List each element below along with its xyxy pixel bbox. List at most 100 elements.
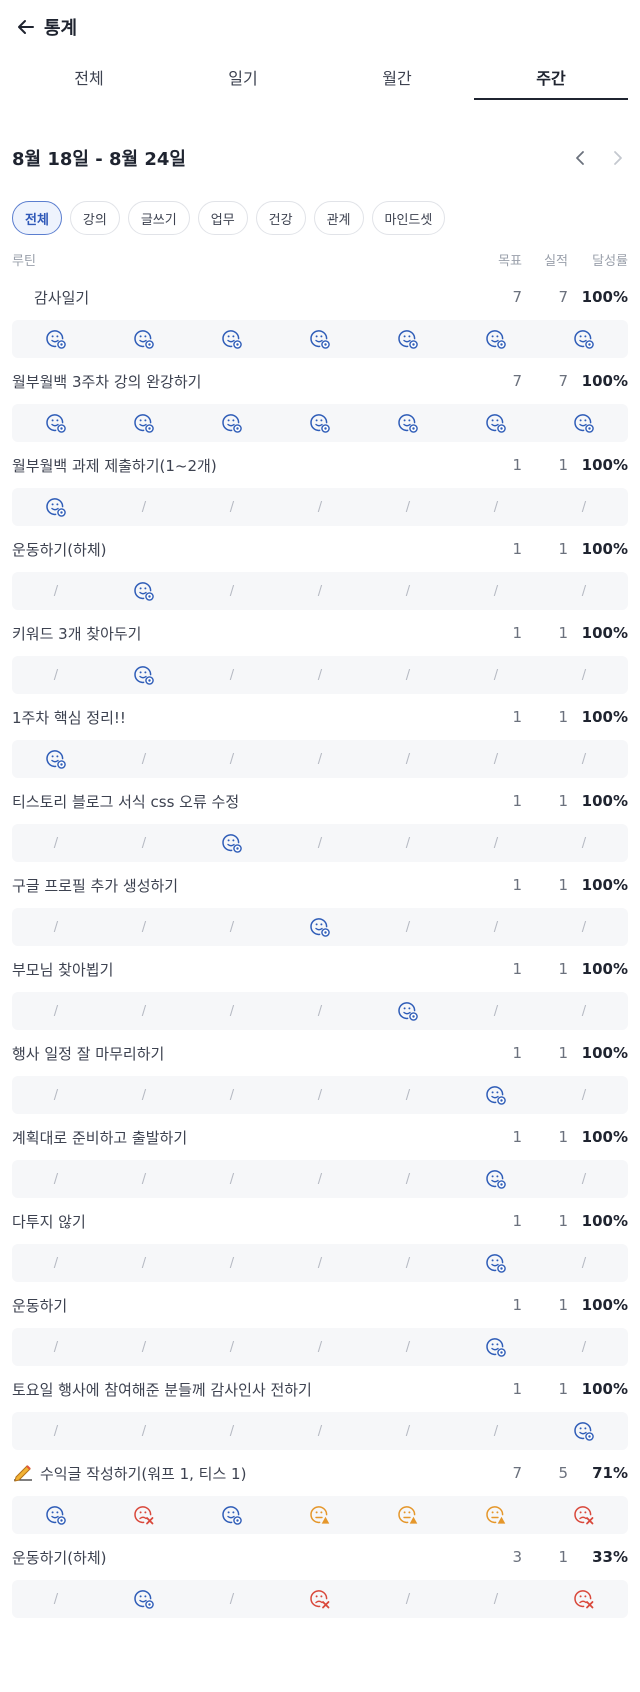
day-cell[interactable] (452, 1076, 540, 1114)
day-cell[interactable]: / (188, 1328, 276, 1366)
previous-week-chevron-icon[interactable] (570, 148, 590, 168)
day-cell[interactable]: / (540, 1076, 628, 1114)
day-cell[interactable]: / (276, 992, 364, 1030)
filter-chip-3[interactable]: 업무 (197, 201, 248, 235)
day-cell[interactable]: / (452, 1580, 540, 1618)
day-cell[interactable]: / (100, 1328, 188, 1366)
day-cell[interactable] (276, 908, 364, 946)
day-cell[interactable]: / (100, 1076, 188, 1114)
day-cell[interactable]: / (452, 572, 540, 610)
tab-2[interactable]: 월간 (320, 54, 474, 100)
day-cell[interactable]: / (452, 656, 540, 694)
day-cell[interactable]: / (364, 1412, 452, 1450)
day-cell[interactable]: / (364, 740, 452, 778)
day-cell[interactable]: / (540, 908, 628, 946)
day-cell[interactable]: / (188, 908, 276, 946)
day-cell[interactable] (12, 740, 100, 778)
day-cell[interactable]: / (188, 1076, 276, 1114)
day-cell[interactable]: / (364, 572, 452, 610)
day-cell[interactable]: / (12, 908, 100, 946)
day-cell[interactable]: / (452, 824, 540, 862)
day-cell[interactable]: / (540, 1328, 628, 1366)
day-cell[interactable] (452, 320, 540, 358)
day-cell[interactable] (540, 1496, 628, 1534)
day-cell[interactable]: / (276, 740, 364, 778)
day-cell[interactable]: / (12, 572, 100, 610)
day-cell[interactable] (540, 1580, 628, 1618)
day-cell[interactable]: / (452, 992, 540, 1030)
day-cell[interactable] (100, 320, 188, 358)
day-cell[interactable]: / (100, 1160, 188, 1198)
day-cell[interactable]: / (12, 1328, 100, 1366)
routine-name[interactable]: 토요일 행사에 참여해준 분들께 감사인사 전하기 (12, 1379, 478, 1400)
day-cell[interactable]: / (452, 488, 540, 526)
routine-name[interactable]: 티스토리 블로그 서식 css 오류 수정 (12, 791, 478, 812)
day-cell[interactable] (100, 1580, 188, 1618)
routine-name[interactable]: 구글 프로필 추가 생성하기 (12, 875, 478, 896)
day-cell[interactable]: / (188, 1412, 276, 1450)
day-cell[interactable]: / (100, 1412, 188, 1450)
day-cell[interactable] (188, 1496, 276, 1534)
day-cell[interactable] (12, 1496, 100, 1534)
day-cell[interactable]: / (188, 656, 276, 694)
day-cell[interactable]: / (364, 488, 452, 526)
day-cell[interactable]: / (540, 992, 628, 1030)
day-cell[interactable]: / (188, 992, 276, 1030)
day-cell[interactable]: / (540, 656, 628, 694)
day-cell[interactable]: / (188, 1244, 276, 1282)
day-cell[interactable] (188, 824, 276, 862)
routine-name[interactable]: 부모님 찾아뵙기 (12, 959, 478, 980)
day-cell[interactable]: / (364, 1328, 452, 1366)
day-cell[interactable]: / (452, 740, 540, 778)
day-cell[interactable]: / (100, 488, 188, 526)
day-cell[interactable]: / (12, 1076, 100, 1114)
day-cell[interactable]: / (188, 1580, 276, 1618)
day-cell[interactable] (188, 404, 276, 442)
day-cell[interactable]: / (100, 992, 188, 1030)
day-cell[interactable]: / (452, 908, 540, 946)
day-cell[interactable]: / (100, 740, 188, 778)
routine-name[interactable]: 감사일기 (12, 287, 478, 308)
day-cell[interactable] (452, 1328, 540, 1366)
day-cell[interactable]: / (12, 824, 100, 862)
day-cell[interactable]: / (100, 1244, 188, 1282)
day-cell[interactable]: / (12, 1412, 100, 1450)
day-cell[interactable]: / (540, 1160, 628, 1198)
day-cell[interactable] (100, 1496, 188, 1534)
filter-chip-2[interactable]: 글쓰기 (127, 201, 190, 235)
day-cell[interactable]: / (276, 1160, 364, 1198)
tab-0[interactable]: 전체 (12, 54, 166, 100)
day-cell[interactable] (276, 1580, 364, 1618)
day-cell[interactable]: / (188, 1160, 276, 1198)
day-cell[interactable]: / (540, 1244, 628, 1282)
day-cell[interactable]: / (12, 1244, 100, 1282)
day-cell[interactable]: / (276, 1076, 364, 1114)
day-cell[interactable] (100, 572, 188, 610)
day-cell[interactable] (364, 992, 452, 1030)
day-cell[interactable]: / (276, 572, 364, 610)
routine-name[interactable]: 수익글 작성하기(워프 1, 티스 1) (12, 1463, 478, 1484)
day-cell[interactable]: / (364, 1076, 452, 1114)
tab-3[interactable]: 주간 (474, 54, 628, 100)
day-cell[interactable]: / (12, 656, 100, 694)
day-cell[interactable] (276, 1496, 364, 1534)
day-cell[interactable] (12, 320, 100, 358)
day-cell[interactable]: / (364, 908, 452, 946)
day-cell[interactable]: / (276, 824, 364, 862)
routine-name[interactable]: 월부월백 과제 제출하기(1~2개) (12, 455, 478, 476)
filter-chip-1[interactable]: 강의 (69, 201, 120, 235)
day-cell[interactable] (364, 404, 452, 442)
filter-chip-5[interactable]: 관계 (313, 201, 364, 235)
day-cell[interactable]: / (276, 656, 364, 694)
day-cell[interactable] (276, 320, 364, 358)
day-cell[interactable] (364, 1496, 452, 1534)
day-cell[interactable] (100, 404, 188, 442)
day-cell[interactable]: / (364, 1244, 452, 1282)
day-cell[interactable] (12, 488, 100, 526)
day-cell[interactable]: / (540, 488, 628, 526)
day-cell[interactable]: / (364, 1160, 452, 1198)
day-cell[interactable]: / (364, 824, 452, 862)
day-cell[interactable] (540, 404, 628, 442)
routine-name[interactable]: 행사 일정 잘 마무리하기 (12, 1043, 478, 1064)
day-cell[interactable]: / (540, 740, 628, 778)
